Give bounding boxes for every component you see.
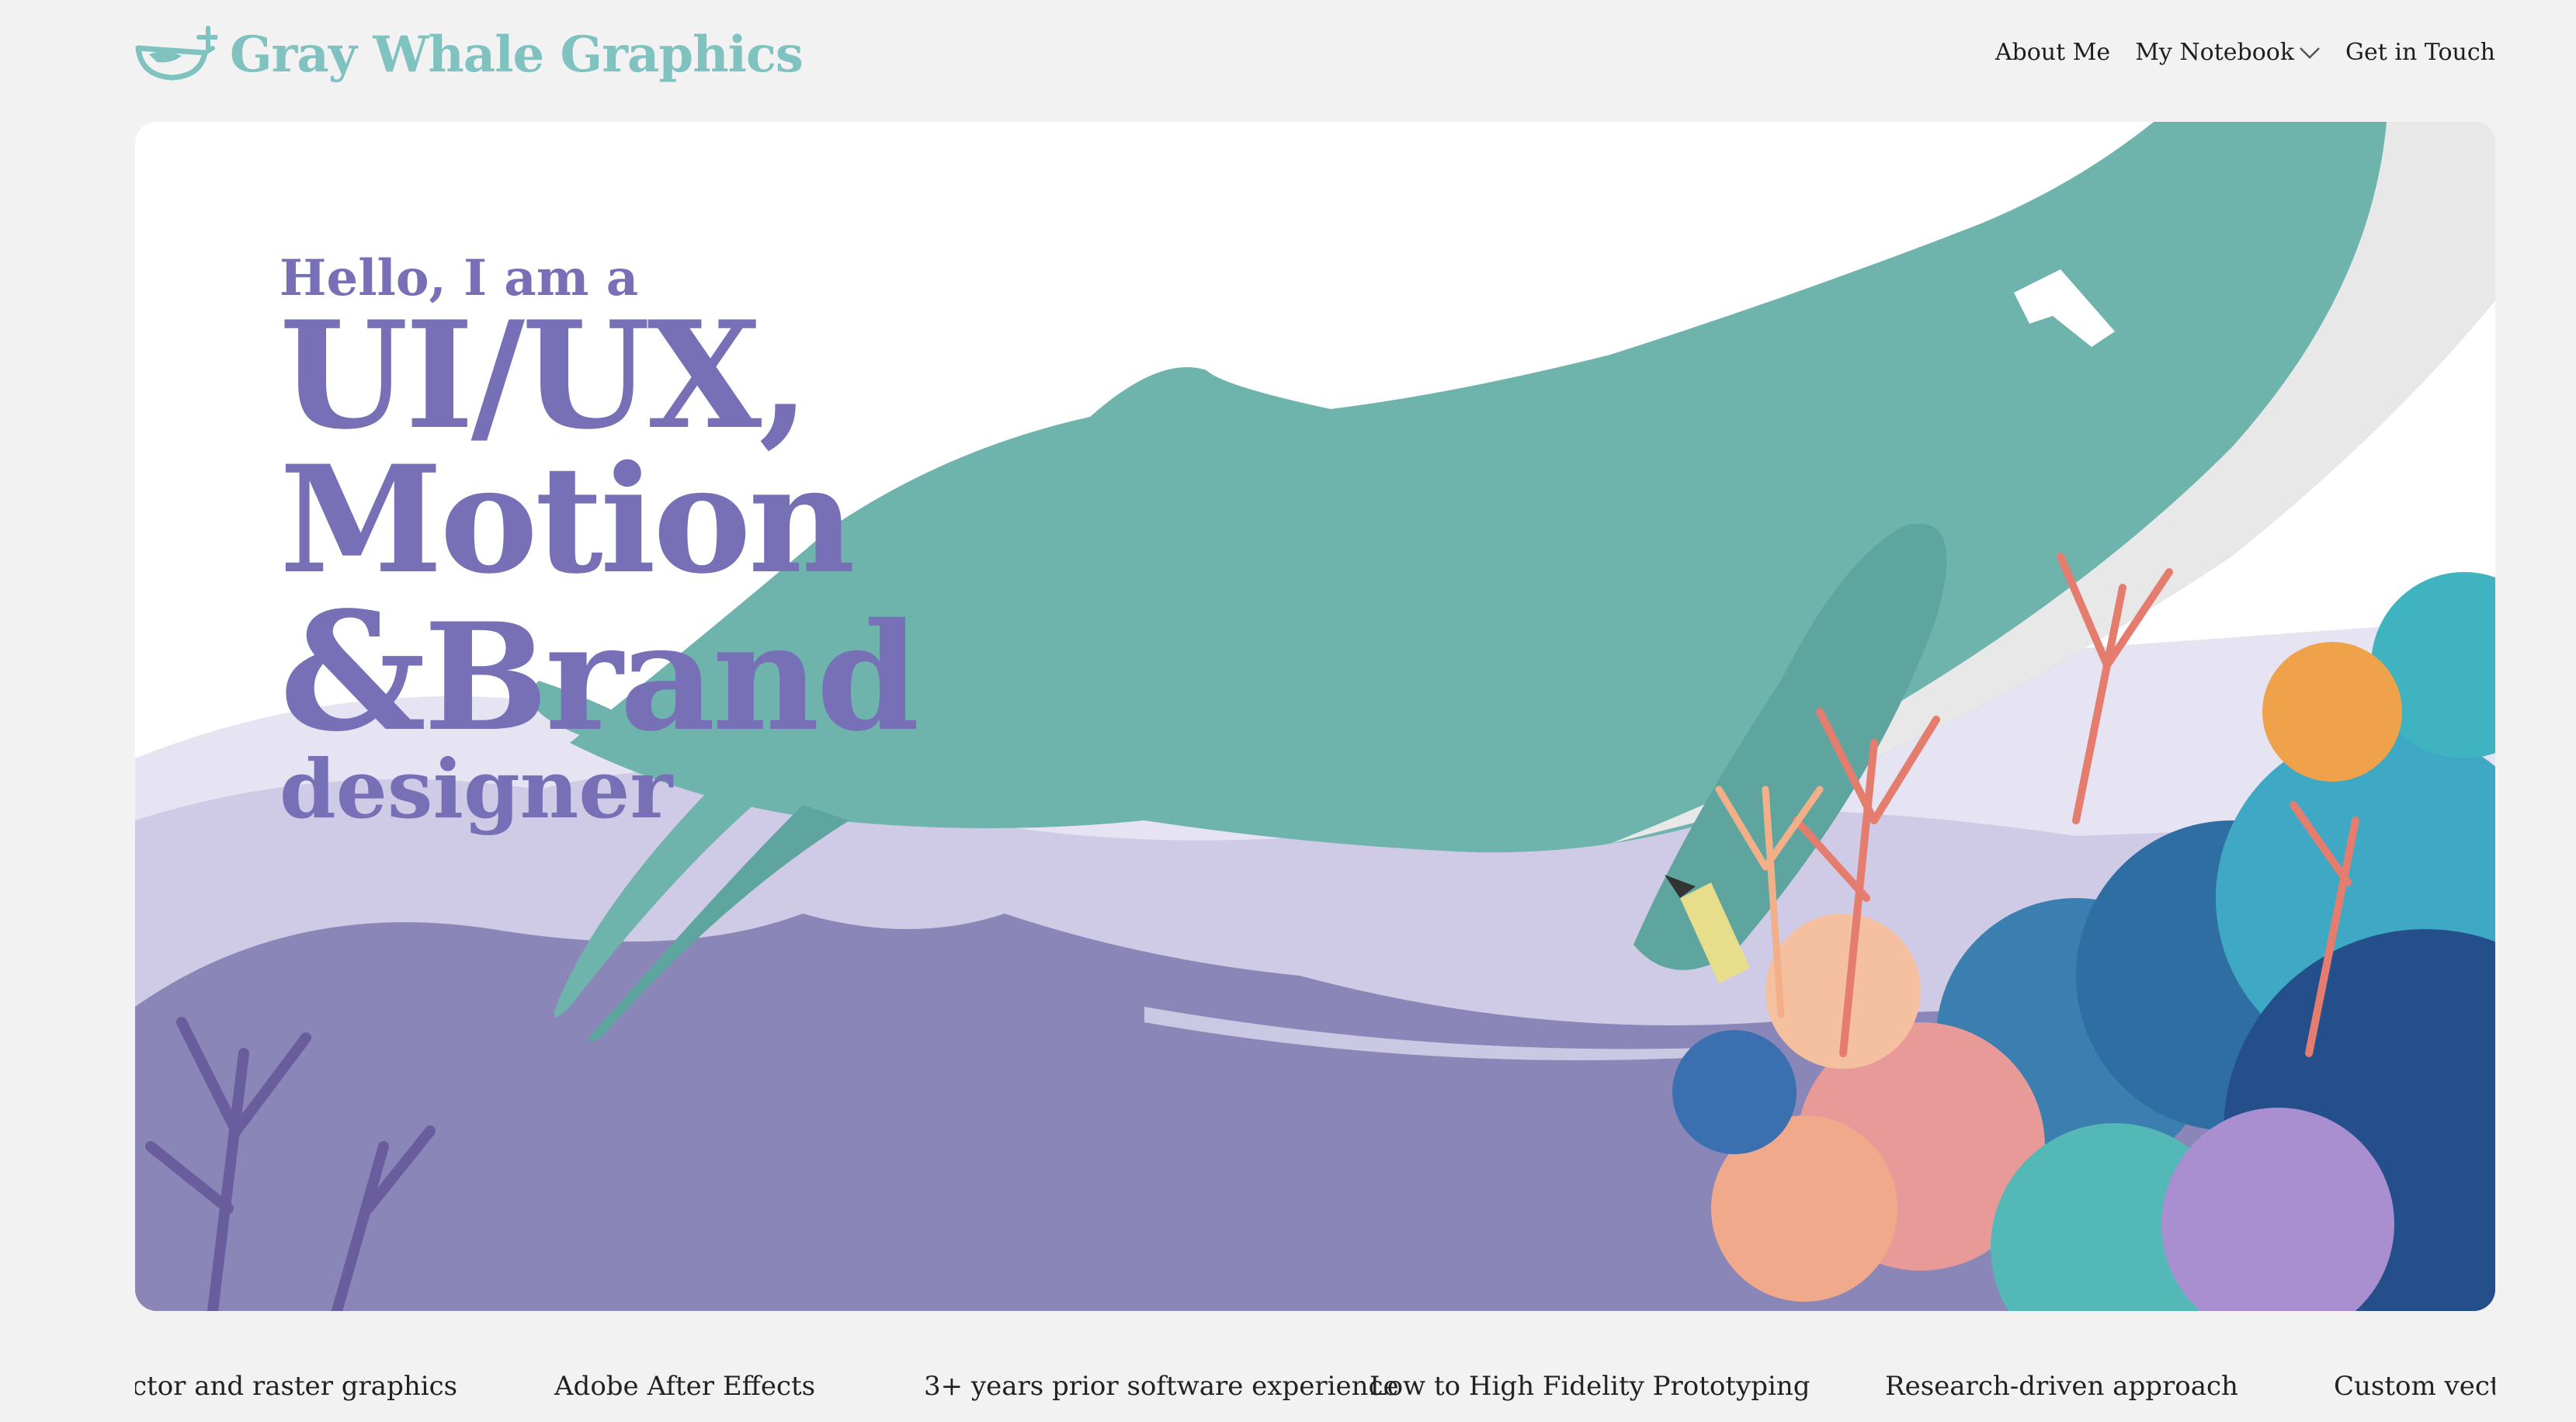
hero-headline: Hello, I am a UI/UX, Motion &Brand desig… xyxy=(279,254,919,830)
skill-item: Adobe After Effects xyxy=(554,1371,816,1402)
skill-item: Custom vecto xyxy=(2334,1371,2495,1402)
nav-about-me[interactable]: About Me xyxy=(1995,39,2110,66)
main-nav: About Me My Notebook Get in Touch xyxy=(1995,39,2495,66)
skill-item: 3+ years prior software experience xyxy=(924,1371,1399,1402)
hero-line-uiux: UI/UX, xyxy=(279,289,810,462)
hero-line-motion: Motion xyxy=(279,433,856,607)
brand-logo[interactable]: Gray Whale Graphics xyxy=(134,25,804,84)
nav-get-in-touch-label: Get in Touch xyxy=(2345,39,2495,66)
hero-brand-word: Brand xyxy=(423,591,920,765)
brand-name: Gray Whale Graphics xyxy=(230,25,804,84)
skill-item: ctor and raster graphics xyxy=(135,1371,458,1402)
hero-line-brand: &Brand xyxy=(279,591,919,754)
hero-ampersand: & xyxy=(279,576,427,768)
chevron-down-icon xyxy=(2300,47,2320,59)
whale-in-bowl-icon xyxy=(135,26,217,81)
nav-about-me-label: About Me xyxy=(1994,39,2111,66)
nav-my-notebook-label: My Notebook xyxy=(2135,39,2295,66)
hero-banner: Hello, I am a UI/UX, Motion &Brand desig… xyxy=(135,122,2495,1311)
nav-get-in-touch[interactable]: Get in Touch xyxy=(2345,39,2495,66)
skills-ticker: ctor and raster graphics Adobe After Eff… xyxy=(135,1371,2495,1417)
nav-my-notebook[interactable]: My Notebook xyxy=(2135,39,2321,66)
skill-item: Low to High Fidelity Prototyping xyxy=(1370,1371,1810,1402)
skill-item: Research-driven approach xyxy=(1885,1371,2238,1402)
